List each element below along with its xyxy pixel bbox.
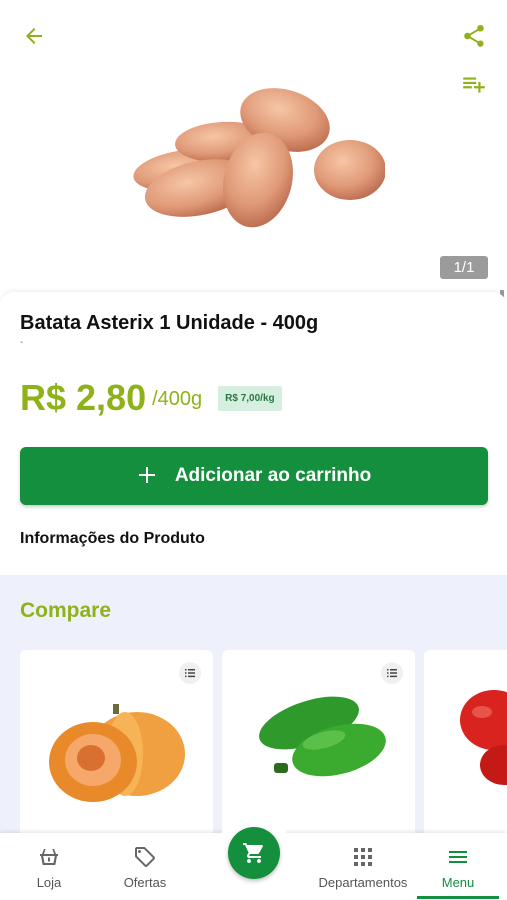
plus-icon: [137, 461, 157, 491]
nav-item-loja[interactable]: Loja: [10, 833, 88, 900]
price-per-kg-badge: R$ 7,00/kg: [218, 385, 282, 411]
add-to-cart-button[interactable]: Adicionar ao carrinho: [20, 447, 488, 505]
nav-label: Ofertas: [123, 875, 167, 890]
arrow-back-icon[interactable]: [14, 18, 54, 54]
active-tab-indicator: [417, 896, 499, 899]
compare-card-red-pepper[interactable]: [424, 650, 507, 835]
nav-item-ofertas[interactable]: Ofertas: [106, 833, 184, 900]
price-unit: /400g: [152, 387, 203, 410]
pumpkin-image: [49, 704, 185, 802]
compare-section: Compare: [0, 575, 507, 835]
nav-label: Departamentos: [318, 875, 408, 890]
green-pepper-image: [259, 696, 386, 777]
product-title: Batata Asterix 1 Unidade - 400g: [20, 312, 319, 334]
product-info-card: Batata Asterix 1 Unidade - 400g - R$ 2,8…: [0, 292, 507, 575]
product-subtitle: -: [20, 337, 24, 348]
nav-label: Menu: [441, 875, 475, 890]
cart-icon: [243, 843, 263, 863]
product-gallery: 1/1: [0, 0, 507, 290]
playlist-add-icon[interactable]: [454, 66, 494, 102]
add-to-cart-label: Adicionar ao carrinho: [174, 465, 372, 486]
image-counter-badge: 1/1: [440, 256, 488, 279]
nav-item-menu[interactable]: Menu: [419, 833, 497, 900]
compare-card-green-pepper[interactable]: [222, 650, 415, 835]
product-info-heading[interactable]: Informações do Produto: [20, 530, 205, 548]
compare-heading: Compare: [20, 599, 112, 622]
menu-icon: [446, 845, 470, 869]
list-icon[interactable]: [179, 662, 201, 684]
product-image-potatoes: [133, 88, 385, 228]
list-icon[interactable]: [381, 662, 403, 684]
grid-icon: [353, 845, 373, 869]
basket-icon: [37, 845, 61, 869]
red-pepper-image: [460, 690, 507, 785]
price-row: R$ 2,80 /400g R$ 7,00/kg: [20, 377, 282, 418]
nav-label: Loja: [36, 875, 62, 890]
tag-icon: [133, 845, 157, 869]
cart-button[interactable]: [228, 827, 280, 879]
nav-item-departamentos[interactable]: Departamentos: [313, 833, 413, 900]
compare-card-pumpkin[interactable]: [20, 650, 213, 835]
product-price: R$ 2,80: [20, 377, 147, 418]
share-icon[interactable]: [454, 18, 494, 54]
